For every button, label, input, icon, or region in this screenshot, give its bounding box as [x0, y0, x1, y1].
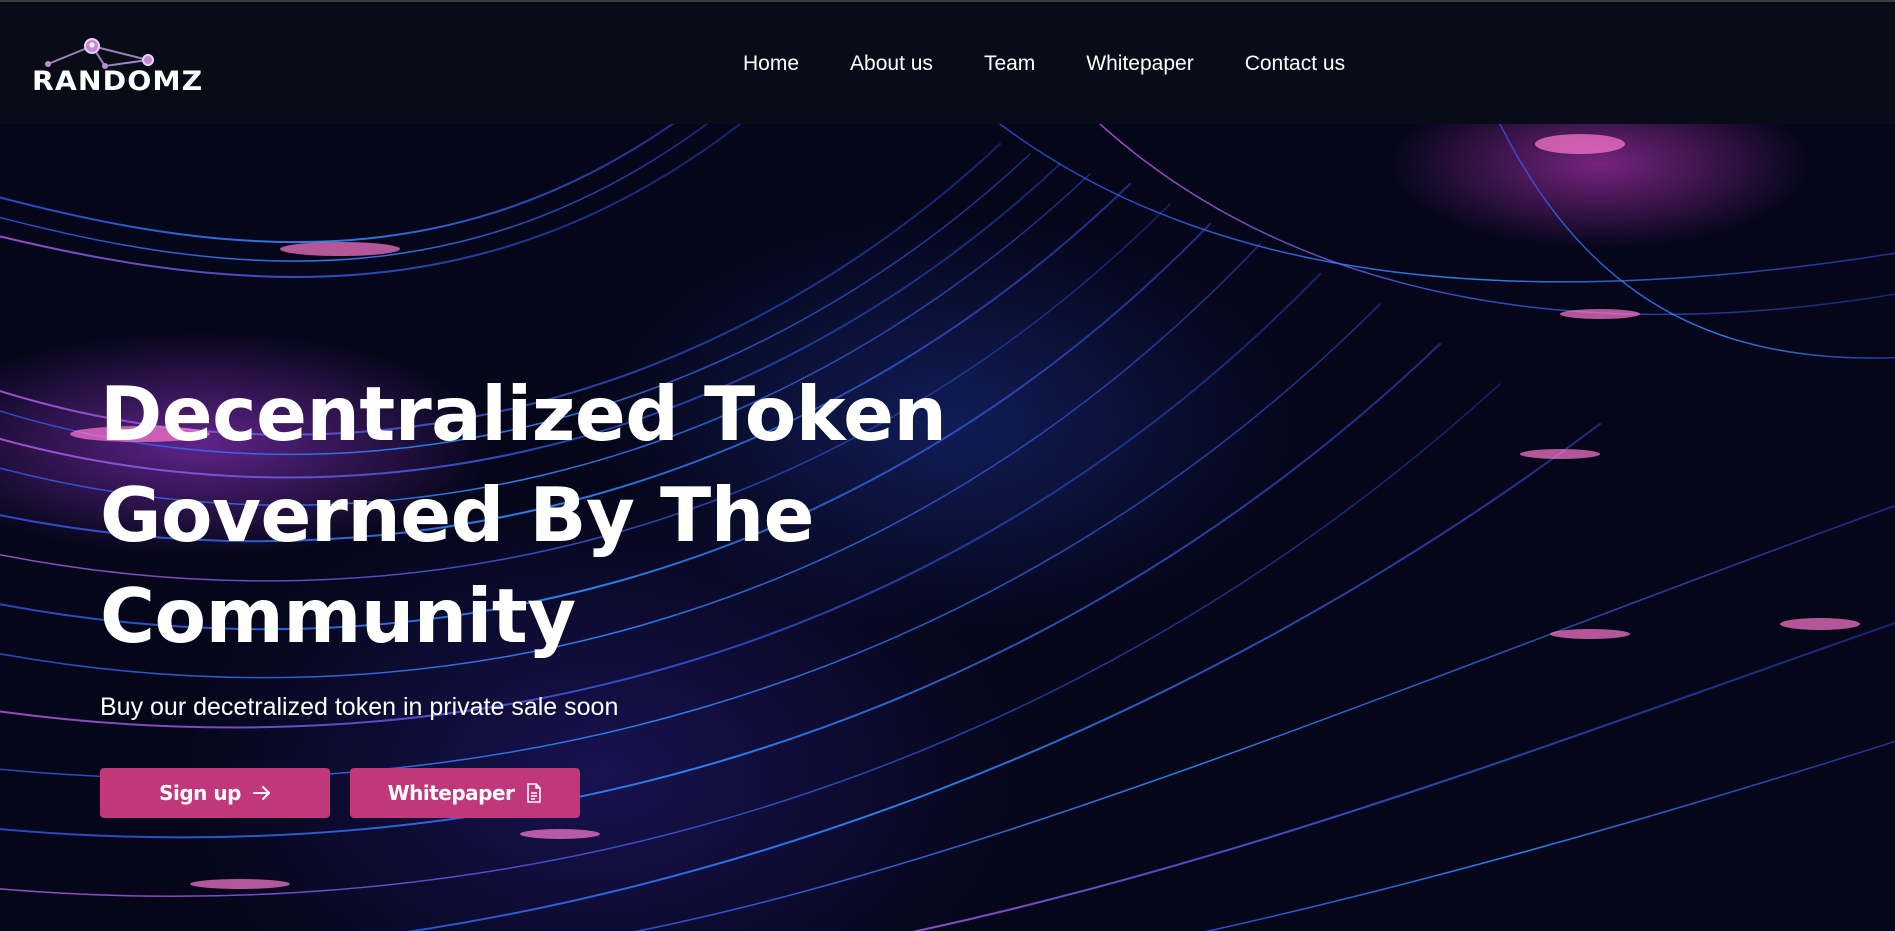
- page: RANDOMZ Home About us Team Whitepaper Co…: [0, 0, 1895, 931]
- hero-section: Decentralized Token Governed By The Comm…: [0, 124, 1895, 931]
- whitepaper-button-label: Whitepaper: [387, 781, 515, 805]
- hero-subtitle: Buy our decetralized token in private sa…: [100, 693, 619, 721]
- logo-text: RANDOMZ: [32, 66, 204, 97]
- site-header: RANDOMZ Home About us Team Whitepaper Co…: [0, 2, 1895, 124]
- hero-title: Decentralized Token Governed By The Comm…: [100, 364, 1000, 667]
- logo[interactable]: RANDOMZ: [30, 36, 202, 97]
- hero-title-line-3: Community: [100, 572, 576, 660]
- hero-title-line-2: Governed By The: [100, 471, 814, 559]
- hero-buttons: Sign up Whitepaper: [100, 768, 1000, 818]
- main-nav: Home About us Team Whitepaper Contact us: [743, 52, 1345, 76]
- document-icon: [526, 783, 542, 803]
- sign-up-label: Sign up: [159, 781, 241, 805]
- hero-title-line-1: Decentralized Token: [100, 370, 947, 458]
- whitepaper-button[interactable]: Whitepaper: [350, 768, 580, 818]
- sign-up-button[interactable]: Sign up: [100, 768, 330, 818]
- nav-item-team[interactable]: Team: [984, 52, 1035, 76]
- nav-item-whitepaper[interactable]: Whitepaper: [1086, 52, 1193, 76]
- nav-item-about-us[interactable]: About us: [850, 52, 933, 76]
- hero-content: Decentralized Token Governed By The Comm…: [100, 364, 1000, 818]
- nav-item-home[interactable]: Home: [743, 52, 799, 76]
- arrow-right-icon: [252, 786, 271, 800]
- nav-item-contact-us[interactable]: Contact us: [1245, 52, 1345, 76]
